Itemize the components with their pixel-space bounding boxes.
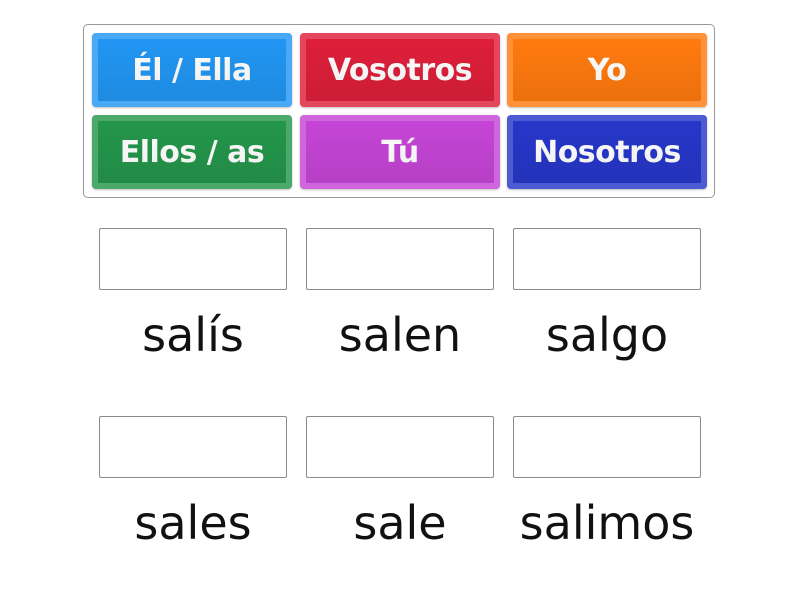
tile-label: Tú — [381, 134, 419, 170]
target-word: salimos — [519, 496, 695, 550]
tile-label: Ellos / as — [119, 134, 265, 170]
tile-label: Vosotros — [327, 52, 473, 88]
tile-nosotros[interactable]: Nosotros — [507, 115, 707, 189]
tile-yo[interactable]: Yo — [507, 33, 707, 107]
target-word: sales — [134, 496, 252, 550]
tile-vosotros[interactable]: Vosotros — [300, 33, 500, 107]
drop-slot-salen[interactable] — [306, 228, 494, 290]
tile-label: Él / Ella — [132, 52, 252, 88]
drop-slot-salis[interactable] — [99, 228, 287, 290]
drop-slot-sale[interactable] — [306, 416, 494, 478]
tile-label: Nosotros — [533, 134, 681, 170]
drop-slot-sales[interactable] — [99, 416, 287, 478]
tile-label: Yo — [587, 52, 627, 88]
drop-slot-salgo[interactable] — [513, 228, 701, 290]
target-word: salís — [142, 308, 244, 362]
tile-ellos-as[interactable]: Ellos / as — [92, 115, 292, 189]
target-word: salen — [338, 308, 462, 362]
target-word: sale — [353, 496, 447, 550]
drop-slot-salimos[interactable] — [513, 416, 701, 478]
target-word: salgo — [545, 308, 669, 362]
tile-el-ella[interactable]: Él / Ella — [92, 33, 292, 107]
tile-tu[interactable]: Tú — [300, 115, 500, 189]
answer-tile-tray: Él / Ella Vosotros Yo Ellos / as Tú Noso… — [83, 24, 715, 198]
